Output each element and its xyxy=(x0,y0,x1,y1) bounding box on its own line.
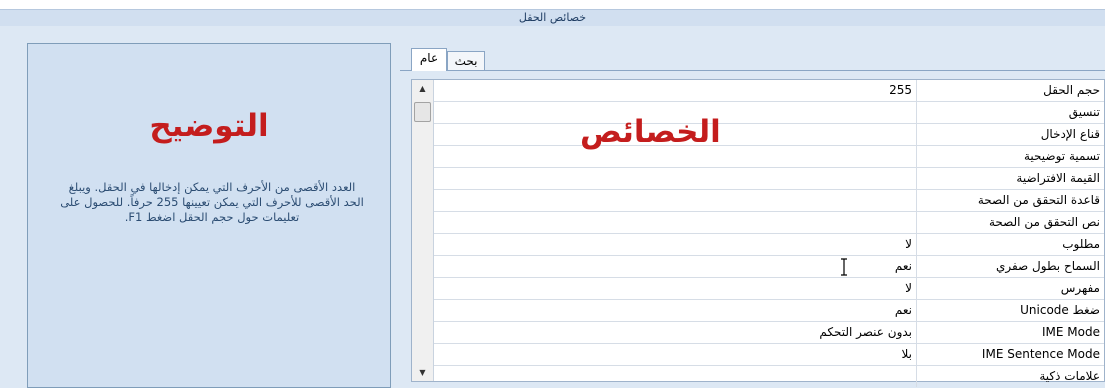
property-name: علامات ذكية xyxy=(916,366,1104,387)
property-name: قناع الإدخال xyxy=(916,124,1104,145)
property-name: حجم الحقل xyxy=(916,80,1104,101)
property-row[interactable]: القيمة الافتراضية xyxy=(434,168,1104,190)
property-name: IME Mode xyxy=(916,322,1104,343)
property-name: تسمية توضيحية xyxy=(916,146,1104,167)
property-value[interactable]: لا xyxy=(434,234,916,255)
property-value[interactable]: نعم xyxy=(434,300,916,321)
scroll-down-arrow-icon[interactable]: ▼ xyxy=(412,364,433,381)
property-value[interactable]: بلا xyxy=(434,344,916,365)
scrollbar-thumb[interactable] xyxy=(414,102,431,122)
property-value[interactable] xyxy=(434,212,916,233)
tab-strip-divider xyxy=(400,70,1105,71)
property-name: IME Sentence Mode xyxy=(916,344,1104,365)
properties-grid: ▲ ▼ حجم الحقل 255 تنسيق قناع الإدخال تسم… xyxy=(411,79,1105,387)
panel-title: خصائص الحقل xyxy=(518,11,587,24)
text-cursor-icon xyxy=(841,258,847,276)
property-row[interactable]: قناع الإدخال xyxy=(434,124,1104,146)
description-panel: التوضيح العدد الأقصى من الأحرف التي يمكن… xyxy=(27,43,391,388)
title-bar: خصائص الحقل xyxy=(0,9,1105,27)
property-row[interactable]: تسمية توضيحية xyxy=(434,146,1104,168)
property-name: نص التحقق من الصحة xyxy=(916,212,1104,233)
property-name: ضغط Unicode xyxy=(916,300,1104,321)
property-value[interactable]: بدون عنصر التحكم xyxy=(434,322,916,343)
property-name: تنسيق xyxy=(916,102,1104,123)
properties-heading: الخصائص xyxy=(580,114,721,150)
property-name: مطلوب xyxy=(916,234,1104,255)
property-row[interactable]: IME Mode بدون عنصر التحكم xyxy=(434,322,1104,344)
tab-general[interactable]: عام xyxy=(411,48,447,71)
property-name: مفهرس xyxy=(916,278,1104,299)
property-value[interactable] xyxy=(434,190,916,211)
property-row[interactable]: ضغط Unicode نعم xyxy=(434,300,1104,322)
property-row[interactable]: السماح بطول صفري نعم xyxy=(434,256,1104,278)
property-name: قاعدة التحقق من الصحة xyxy=(916,190,1104,211)
property-row[interactable]: نص التحقق من الصحة xyxy=(434,212,1104,234)
property-row[interactable]: مطلوب لا xyxy=(434,234,1104,256)
description-text: العدد الأقصى من الأحرف التي يمكن إدخالها… xyxy=(60,180,364,224)
property-value[interactable]: 255 xyxy=(434,80,916,101)
property-name: القيمة الافتراضية xyxy=(916,168,1104,189)
property-row[interactable]: حجم الحقل 255 xyxy=(434,80,1104,102)
property-row[interactable]: علامات ذكية xyxy=(434,366,1104,387)
tab-lookup[interactable]: بحث xyxy=(447,51,485,70)
vertical-scrollbar[interactable]: ▲ ▼ xyxy=(412,80,434,381)
property-row[interactable]: مفهرس لا xyxy=(434,278,1104,300)
property-value[interactable]: لا xyxy=(434,278,916,299)
property-row[interactable]: قاعدة التحقق من الصحة xyxy=(434,190,1104,212)
property-value[interactable] xyxy=(434,366,916,387)
property-row[interactable]: تنسيق xyxy=(434,102,1104,124)
property-value[interactable] xyxy=(434,168,916,189)
property-row[interactable]: IME Sentence Mode بلا xyxy=(434,344,1104,366)
property-name: السماح بطول صفري xyxy=(916,256,1104,277)
scroll-up-arrow-icon[interactable]: ▲ xyxy=(412,80,433,97)
description-heading: التوضيح xyxy=(149,108,269,144)
